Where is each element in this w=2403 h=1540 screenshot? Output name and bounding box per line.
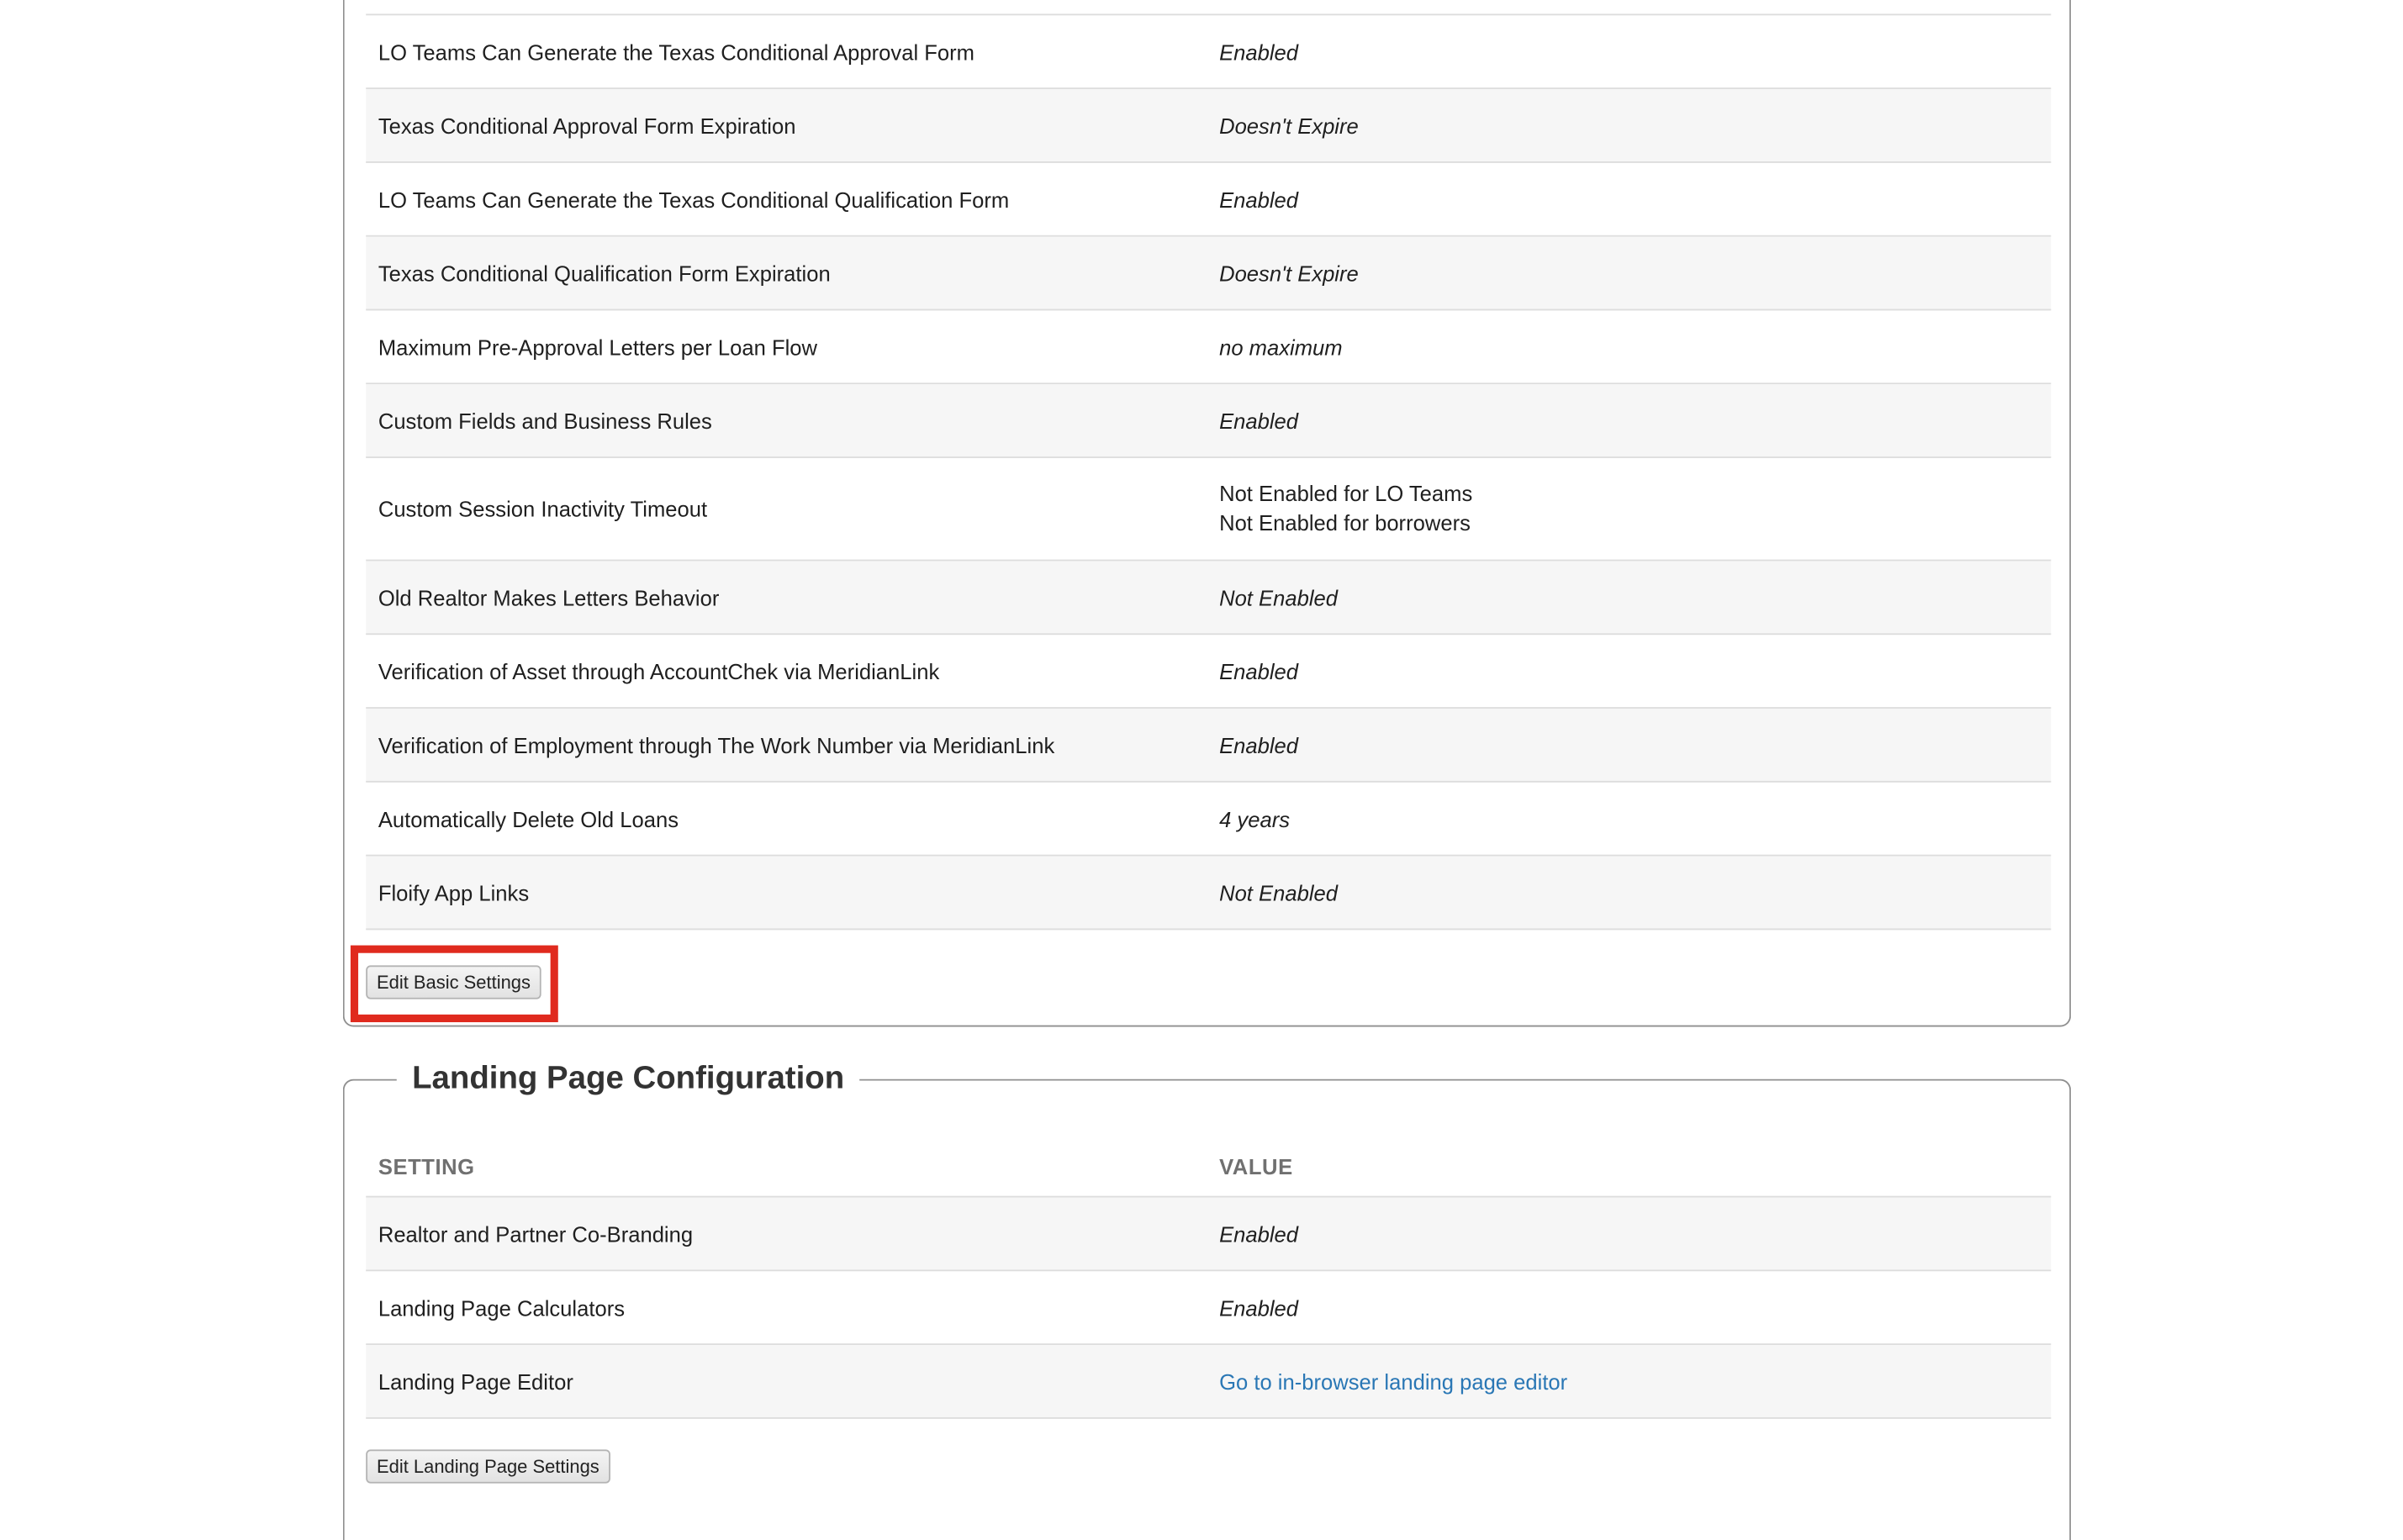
setting-value: Enabled: [1219, 187, 1299, 212]
column-header-value: VALUE: [1219, 1154, 1293, 1179]
table-row: Verification of Employment through The W…: [366, 708, 2052, 783]
setting-value: Not Enabled: [1219, 879, 1338, 905]
setting-name: Automatically Delete Old Loans: [378, 806, 679, 831]
setting-value: Enabled: [1219, 658, 1299, 683]
edit-basic-settings-button[interactable]: Edit Basic Settings: [366, 965, 541, 999]
table-row: Floify App Links Not Enabled: [366, 856, 2052, 931]
landing-page-table: Realtor and Partner Co-Branding Enabled …: [366, 1195, 2052, 1419]
setting-value: Enabled: [1219, 408, 1299, 433]
setting-value-line: Not Enabled for borrowers: [1219, 510, 1471, 535]
table-row: Custom Fields and Business Rules Enabled: [366, 384, 2052, 458]
table-row: Old Realtor Makes Letters Behavior Not E…: [366, 561, 2052, 636]
table-row: Maximum Pre-Approval Letters per Loan Fl…: [366, 310, 2052, 385]
table-row: Automatically Delete Old Loans 4 years: [366, 783, 2052, 857]
setting-value-line: Not Enabled for LO Teams: [1219, 481, 1473, 506]
setting-name: Maximum Pre-Approval Letters per Loan Fl…: [378, 334, 818, 359]
table-header: SETTING VALUE: [366, 1139, 2051, 1195]
setting-name: Texas Conditional Qualification Form Exp…: [378, 260, 831, 286]
setting-value: Not Enabled for LO Teams Not Enabled for…: [1219, 458, 1472, 560]
setting-value: Doesn't Expire: [1219, 260, 1359, 286]
setting-name: Verification of Employment through The W…: [378, 732, 1055, 757]
table-row: LO Teams Can Generate the Texas Conditio…: [366, 163, 2052, 237]
setting-value: Go to in-browser landing page editor: [1219, 1345, 1567, 1417]
setting-name: LO Teams Can Generate the Texas Conditio…: [378, 39, 974, 64]
setting-value: Not Enabled: [1219, 584, 1338, 610]
setting-value: Enabled: [1219, 39, 1299, 64]
setting-name: Custom Session Inactivity Timeout: [378, 496, 708, 521]
section-title: Landing Page Configuration: [396, 1056, 860, 1103]
setting-name: Old Realtor Makes Letters Behavior: [378, 584, 720, 610]
table-row: Landing Page Editor Go to in-browser lan…: [366, 1345, 2052, 1419]
setting-value: 4 years: [1219, 806, 1291, 831]
setting-value: Enabled: [1219, 732, 1299, 757]
landing-page-editor-link[interactable]: Go to in-browser landing page editor: [1219, 1369, 1567, 1393]
table-row: Custom Session Inactivity Timeout Not En…: [366, 458, 2052, 562]
setting-name: LO Teams Can Generate the Texas Conditio…: [378, 187, 1010, 212]
setting-name: Landing Page Calculators: [378, 1295, 626, 1320]
setting-value: Enabled: [1219, 1295, 1299, 1320]
setting-name: Custom Fields and Business Rules: [378, 408, 712, 433]
basic-settings-table: LO Teams Can Generate the Texas Conditio…: [366, 13, 2052, 931]
setting-value: no maximum: [1219, 334, 1343, 359]
edit-landing-page-settings-button[interactable]: Edit Landing Page Settings: [366, 1449, 610, 1484]
table-row: Landing Page Calculators Enabled: [366, 1271, 2052, 1346]
column-header-setting: SETTING: [378, 1154, 475, 1179]
basic-settings-panel: LO Teams Can Generate the Texas Conditio…: [342, 0, 2072, 1027]
table-row: LO Teams Can Generate the Texas Conditio…: [366, 15, 2052, 90]
page-viewport: LO Teams Can Generate the Texas Conditio…: [0, 0, 2403, 1540]
setting-name: Texas Conditional Approval Form Expirati…: [378, 113, 796, 138]
table-row: Verification of Asset through AccountChe…: [366, 635, 2052, 709]
table-row: Realtor and Partner Co-Branding Enabled: [366, 1197, 2052, 1272]
setting-value: Enabled: [1219, 1221, 1299, 1247]
table-row: Texas Conditional Qualification Form Exp…: [366, 236, 2052, 311]
setting-name: Verification of Asset through AccountChe…: [378, 658, 940, 683]
setting-value: Doesn't Expire: [1219, 113, 1359, 138]
setting-name: Floify App Links: [378, 879, 530, 905]
setting-name: Landing Page Editor: [378, 1369, 573, 1394]
table-row: Texas Conditional Approval Form Expirati…: [366, 89, 2052, 163]
setting-name: Realtor and Partner Co-Branding: [378, 1221, 694, 1247]
